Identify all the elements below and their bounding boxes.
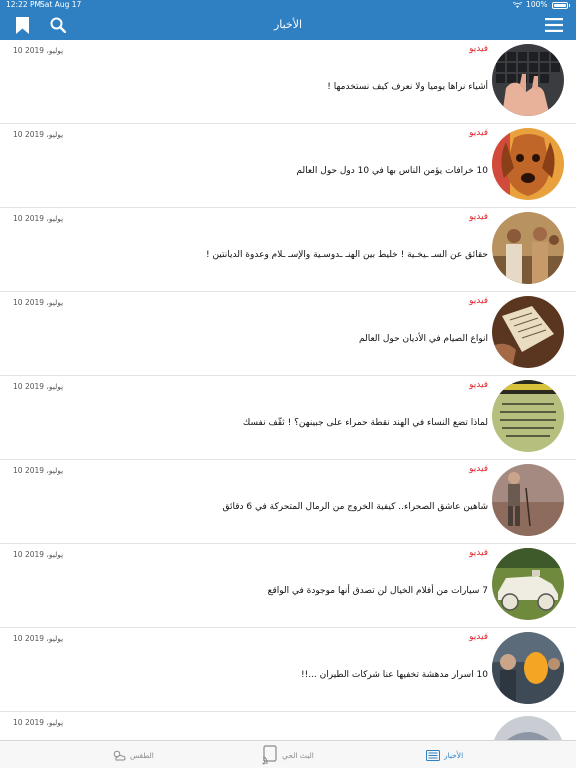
news-item[interactable]: 10 يوليو، 2019 فيديو 7 سيارات من أفلام ا… bbox=[0, 544, 576, 628]
battery-nub bbox=[568, 3, 570, 7]
people-image bbox=[492, 212, 564, 284]
news-date: 10 يوليو، 2019 bbox=[13, 130, 64, 139]
status-date: Sat Aug 17 bbox=[40, 0, 82, 9]
news-category[interactable]: فيديو bbox=[469, 464, 488, 474]
news-date: 10 يوليو، 2019 bbox=[13, 382, 64, 391]
page-title: الأخبار bbox=[273, 18, 303, 31]
news-headline[interactable]: 10 خرافات يؤمن الناس بها في 10 دول حول ا… bbox=[296, 166, 488, 176]
news-thumbnail[interactable] bbox=[492, 380, 564, 452]
news-date: 10 يوليو، 2019 bbox=[13, 46, 64, 55]
partial-thumbnail-image bbox=[492, 716, 564, 740]
news-category[interactable]: فيديو bbox=[469, 212, 488, 222]
news-category[interactable]: فيديو bbox=[469, 380, 488, 390]
tab-live-label: البث الحي bbox=[282, 750, 314, 760]
news-item[interactable]: 10 يوليو، 2019 فيديو 10 اسرار مدهشة تخفي… bbox=[0, 628, 576, 712]
menu-button[interactable] bbox=[544, 15, 564, 35]
news-category[interactable]: فيديو bbox=[469, 632, 488, 642]
news-headline[interactable]: 10 اسرار مدهشة تخفيها عنا شركات الطيران … bbox=[301, 670, 488, 680]
reading-book-image bbox=[492, 296, 564, 368]
news-headline[interactable]: أشياء نراها يوميا ولا نعرف كيف نستخدمها … bbox=[327, 82, 488, 92]
news-thumbnail[interactable] bbox=[492, 632, 564, 704]
news-thumbnail[interactable] bbox=[492, 128, 564, 200]
news-date: 10 يوليو، 2019 bbox=[13, 214, 64, 223]
news-item[interactable]: 10 يوليو، 2019 bbox=[0, 712, 576, 740]
news-item[interactable]: 10 يوليو، 2019 فيديو حقائق عن السـ ـيخـي… bbox=[0, 208, 576, 292]
news-category[interactable]: فيديو bbox=[469, 128, 488, 138]
nav-bar: الأخبار bbox=[0, 10, 576, 40]
status-right: 100% bbox=[513, 0, 570, 10]
news-headline[interactable]: شاهين عاشق الصحراء.. كيفية الخروج من الر… bbox=[222, 502, 488, 512]
tab-news-label: الأخبار bbox=[444, 750, 464, 760]
airplane-cabin-image bbox=[492, 632, 564, 704]
keyboard-hands-image bbox=[492, 44, 564, 116]
news-headline[interactable]: حقائق عن السـ ـيخـية ! خليط بين الهنـ ـد… bbox=[206, 250, 488, 260]
news-thumbnail[interactable] bbox=[492, 44, 564, 116]
status-bar: 12:22 PM Sat Aug 17 100% bbox=[0, 0, 576, 10]
news-item[interactable]: 10 يوليو، 2019 فيديو لماذا تضع النساء في… bbox=[0, 376, 576, 460]
news-thumbnail[interactable] bbox=[492, 716, 564, 740]
news-item[interactable]: 10 يوليو، 2019 فيديو انواع الصيام في الأ… bbox=[0, 292, 576, 376]
news-item[interactable]: 10 يوليو، 2019 فيديو شاهين عاشق الصحراء.… bbox=[0, 460, 576, 544]
news-item[interactable]: 10 يوليو، 2019 فيديو 10 خرافات يؤمن النا… bbox=[0, 124, 576, 208]
desert-man-image bbox=[492, 464, 564, 536]
vintage-car-image bbox=[492, 548, 564, 620]
news-category[interactable]: فيديو bbox=[469, 44, 488, 54]
news-list: 10 يوليو، 2019 فيديو أشياء نراها يوميا و… bbox=[0, 40, 576, 740]
news-thumbnail[interactable] bbox=[492, 548, 564, 620]
news-thumbnail[interactable] bbox=[492, 464, 564, 536]
news-item[interactable]: 10 يوليو، 2019 فيديو أشياء نراها يوميا و… bbox=[0, 40, 576, 124]
wifi-icon bbox=[513, 2, 523, 8]
news-headline[interactable]: 7 سيارات من أفلام الخيال لن تصدق أنها مو… bbox=[268, 586, 488, 596]
news-category[interactable]: فيديو bbox=[469, 296, 488, 306]
dog-image bbox=[492, 128, 564, 200]
news-headline[interactable]: لماذا تضع النساء في الهند نقطة حمراء على… bbox=[243, 418, 488, 428]
tab-weather[interactable]: الطقس bbox=[112, 741, 154, 769]
news-date: 10 يوليو، 2019 bbox=[13, 298, 64, 307]
news-date: 10 يوليو، 2019 bbox=[13, 550, 64, 559]
status-time: 12:22 PM bbox=[6, 0, 41, 9]
battery-icon bbox=[551, 1, 568, 9]
news-thumbnail[interactable] bbox=[492, 212, 564, 284]
news-date: 10 يوليو، 2019 bbox=[13, 466, 64, 475]
forehead-dot-image bbox=[492, 380, 564, 452]
tab-bar: الطقس البث الحي الأخبار bbox=[0, 740, 576, 768]
news-headline[interactable]: انواع الصيام في الأديان حول العالم bbox=[359, 334, 488, 344]
news-category[interactable]: فيديو bbox=[469, 548, 488, 558]
tab-live[interactable]: البث الحي bbox=[262, 741, 314, 769]
news-date: 10 يوليو، 2019 bbox=[13, 634, 64, 643]
live-stream-icon bbox=[262, 745, 277, 765]
news-date: 10 يوليو، 2019 bbox=[13, 718, 64, 727]
weather-icon bbox=[113, 750, 126, 761]
news-icon bbox=[426, 749, 440, 761]
tab-news[interactable]: الأخبار bbox=[426, 741, 463, 769]
tab-weather-label: الطقس bbox=[130, 750, 154, 760]
hamburger-menu-icon bbox=[545, 18, 563, 32]
news-thumbnail[interactable] bbox=[492, 296, 564, 368]
battery-percent: 100% bbox=[526, 0, 548, 9]
